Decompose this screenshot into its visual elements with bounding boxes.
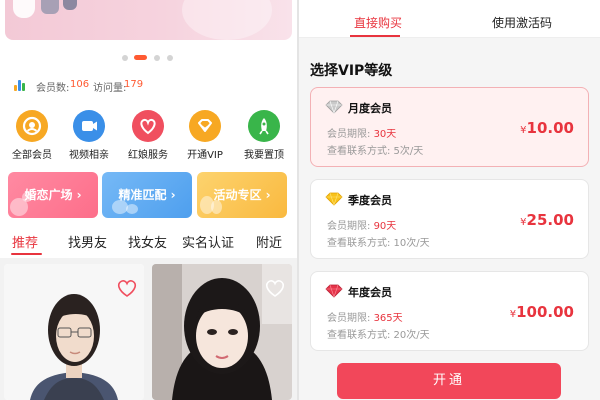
term-label: 会员期限: <box>327 313 371 324</box>
tab-find-boyfriend[interactable]: 找男友 <box>68 232 107 252</box>
plan-name: 年度会员 <box>348 286 392 299</box>
video-icon <box>73 110 105 142</box>
like-heart-icon[interactable] <box>116 278 138 298</box>
app-screen: 会员数: 106 访问量: 179 全部会员 视频相亲 红娘服务 开通VIP 我… <box>0 0 600 400</box>
vip-purchase-panel: 直接购买 使用激活码 选择VIP等级 月度会员 会员期限: 30天 查看联系方式… <box>299 0 600 400</box>
visits-count: 179 <box>124 79 144 90</box>
tab-nearby[interactable]: 附近 <box>256 232 282 252</box>
open-vip-button[interactable]: 开通 <box>337 363 561 399</box>
promo-cards: 婚恋广场 › 精准匹配 › 活动专区 › <box>8 172 288 218</box>
plan-monthly[interactable]: 月度会员 会员期限: 30天 查看联系方式: 5次/天 ¥10.00 <box>310 87 589 167</box>
quick-nav: 全部会员 视频相亲 红娘服务 开通VIP 我要置顶 <box>0 110 297 162</box>
tab-recommend[interactable]: 推荐 <box>12 232 38 252</box>
diamond-icon <box>189 110 221 142</box>
tab-verified[interactable]: 实名认证 <box>182 232 234 252</box>
nav-label: 开通VIP <box>187 150 223 161</box>
plan-term: 会员期限: 90天 <box>327 217 396 232</box>
member-card[interactable] <box>152 264 292 400</box>
section-title: 选择VIP等级 <box>310 63 393 79</box>
silver-diamond-icon <box>325 100 343 114</box>
term-value: 30天 <box>373 129 397 140</box>
active-tab-indicator <box>11 253 42 255</box>
promo-dating-square[interactable]: 婚恋广场 › <box>8 172 98 218</box>
nav-matchmaker[interactable]: 红娘服务 <box>118 110 178 162</box>
purchase-tabs: 直接购买 使用激活码 <box>299 0 600 38</box>
plan-term: 会员期限: 365天 <box>327 309 403 324</box>
banner-glow <box>182 0 272 40</box>
carousel-dot[interactable] <box>167 55 173 61</box>
price-amount: 100.00 <box>516 303 574 321</box>
gold-diamond-icon <box>325 192 343 206</box>
member-card[interactable] <box>4 264 144 400</box>
plan-price: ¥25.00 <box>520 210 574 229</box>
promo-label: 精准匹配 › <box>118 188 176 202</box>
nav-open-vip[interactable]: 开通VIP <box>175 110 235 162</box>
nav-video-date[interactable]: 视频相亲 <box>59 110 119 162</box>
promo-precise-match[interactable]: 精准匹配 › <box>102 172 192 218</box>
plan-price: ¥100.00 <box>510 302 574 321</box>
banner-figure <box>63 0 77 10</box>
plan-contact-limit: 查看联系方式: 10次/天 <box>327 238 430 249</box>
heart-icon <box>132 110 164 142</box>
red-diamond-icon <box>325 284 343 298</box>
rocket-icon <box>248 110 280 142</box>
nav-label: 红娘服务 <box>128 150 168 161</box>
heart-decoration <box>126 204 138 214</box>
active-tab-indicator <box>350 35 400 37</box>
tab-find-girlfriend[interactable]: 找女友 <box>128 232 167 252</box>
plan-contact-limit: 查看联系方式: 20次/天 <box>327 330 430 341</box>
term-label: 会员期限: <box>327 221 371 232</box>
price-amount: 10.00 <box>526 119 574 137</box>
banner-figure <box>41 0 59 14</box>
carousel-dot-active[interactable] <box>134 55 147 60</box>
term-value: 90天 <box>373 221 397 232</box>
member-feed <box>0 258 297 400</box>
nav-pin-top[interactable]: 我要置顶 <box>234 110 294 162</box>
promo-label: 活动专区 › <box>213 188 271 202</box>
nav-label: 全部会员 <box>12 150 52 161</box>
price-amount: 25.00 <box>526 211 574 229</box>
members-label: 会员数: <box>36 83 70 94</box>
like-heart-icon[interactable] <box>264 278 286 298</box>
tab-activation-code[interactable]: 使用激活码 <box>492 14 552 31</box>
banner-figure <box>13 0 35 18</box>
plan-name: 季度会员 <box>348 194 392 207</box>
top-banner[interactable] <box>5 0 292 40</box>
plan-term: 会员期限: 30天 <box>327 125 396 140</box>
nav-label: 我要置顶 <box>244 150 284 161</box>
home-panel: 会员数: 106 访问量: 179 全部会员 视频相亲 红娘服务 开通VIP 我… <box>0 0 297 400</box>
carousel-dot[interactable] <box>122 55 128 61</box>
carousel-dot[interactable] <box>154 55 160 61</box>
feed-tabs: 推荐 找男友 找女友 实名认证 附近 <box>0 232 297 256</box>
members-count: 106 <box>70 79 90 90</box>
plan-contact-limit: 查看联系方式: 5次/天 <box>327 146 424 157</box>
bar-chart-icon <box>14 80 28 91</box>
plan-yearly[interactable]: 年度会员 会员期限: 365天 查看联系方式: 20次/天 ¥100.00 <box>310 271 589 351</box>
term-value: 365天 <box>373 313 403 324</box>
plan-quarterly[interactable]: 季度会员 会员期限: 90天 查看联系方式: 10次/天 ¥25.00 <box>310 179 589 259</box>
term-label: 会员期限: <box>327 129 371 140</box>
nav-label: 视频相亲 <box>69 150 109 161</box>
promo-label: 婚恋广场 › <box>24 188 82 202</box>
plan-name: 月度会员 <box>348 102 392 115</box>
tab-direct-purchase[interactable]: 直接购买 <box>354 14 402 31</box>
plan-price: ¥10.00 <box>520 118 574 137</box>
person-icon <box>16 110 48 142</box>
nav-all-members[interactable]: 全部会员 <box>2 110 62 162</box>
visits-label: 访问量: <box>93 83 127 94</box>
promo-events[interactable]: 活动专区 › <box>197 172 287 218</box>
